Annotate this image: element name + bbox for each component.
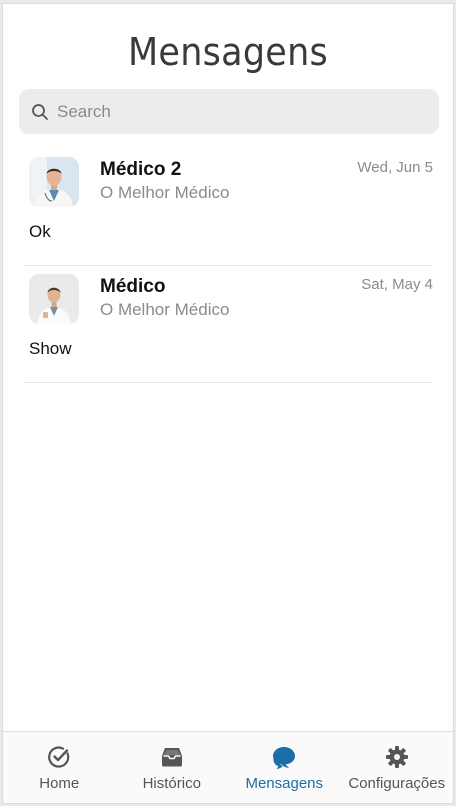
- last-message: Show: [29, 339, 72, 358]
- tab-historico[interactable]: Histórico: [116, 732, 229, 803]
- search-icon: [31, 103, 49, 121]
- tab-configuracoes[interactable]: Configurações: [341, 732, 454, 803]
- avatar: [29, 274, 79, 324]
- archive-icon: [159, 744, 185, 770]
- conversation-item[interactable]: Médico O Melhor Médico Sat, May 4 Show: [3, 266, 453, 383]
- gear-icon: [384, 744, 410, 770]
- bottom-tab-bar: Home Histórico Mensagens Configurações: [3, 731, 453, 803]
- contact-subtitle: O Melhor Médico: [100, 183, 230, 202]
- check-circle-icon: [46, 744, 72, 770]
- chat-bubbles-icon: [271, 744, 297, 770]
- tab-mensagens[interactable]: Mensagens: [228, 732, 341, 803]
- divider: [23, 382, 433, 383]
- tab-label: Configurações: [348, 775, 446, 792]
- contact-name: Médico 2: [100, 159, 182, 180]
- tab-label: Home: [39, 775, 80, 792]
- page-title: Mensagens: [127, 30, 329, 74]
- last-message: Ok: [29, 222, 51, 241]
- app-screen: Mensagens M: [2, 3, 454, 804]
- conversation-item[interactable]: Médico 2 O Melhor Médico Wed, Jun 5 Ok: [3, 149, 453, 266]
- message-date: Wed, Jun 5: [357, 159, 433, 176]
- conversation-list: Médico 2 O Melhor Médico Wed, Jun 5 Ok M…: [3, 149, 453, 383]
- tab-label: Histórico: [142, 775, 201, 792]
- search-bar[interactable]: [19, 89, 439, 134]
- avatar: [29, 157, 79, 207]
- message-date: Sat, May 4: [361, 276, 433, 293]
- contact-subtitle: O Melhor Médico: [100, 300, 230, 319]
- tab-label: Mensagens: [245, 775, 324, 792]
- tab-home[interactable]: Home: [3, 732, 116, 803]
- contact-name: Médico: [100, 276, 166, 297]
- search-input[interactable]: [57, 101, 417, 122]
